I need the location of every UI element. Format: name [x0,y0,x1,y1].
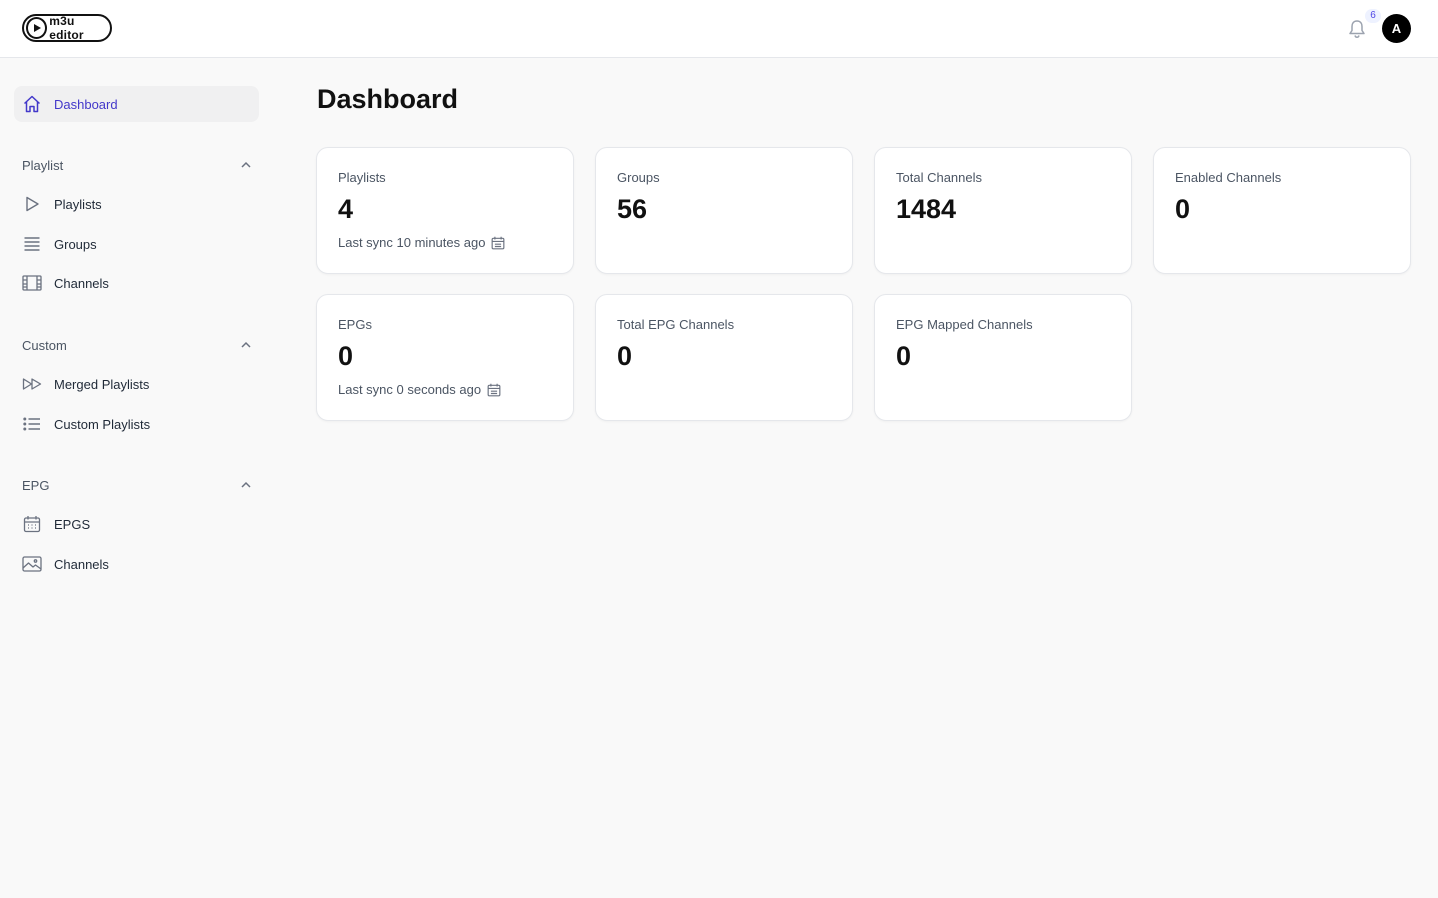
sidebar-group-label: EPG [22,477,50,493]
sidebar-item-playlists[interactable]: Playlists [14,186,259,222]
stat-value: 56 [617,194,648,224]
sidebar-item-label: Playlists [54,196,102,212]
stat-value: 0 [1175,194,1191,224]
stat-label: Total Channels [896,170,982,185]
calendar-icon [487,383,501,397]
sidebar-item-label: Channels [54,275,109,291]
sidebar-item-custom-playlists[interactable]: Custom Playlists [14,406,259,442]
sidebar-item-epgs[interactable]: EPGS [14,506,259,542]
forward-icon [22,374,42,394]
notifications-bell-icon[interactable] [1346,18,1368,40]
sidebar-item-label: Channels [54,556,109,572]
stat-card-epgs: EPGs 0 Last sync 0 seconds ago [316,294,574,421]
stat-description-text: Last sync 10 minutes ago [338,235,486,250]
sidebar-item-label: EPGS [54,516,91,532]
calendar-icon [491,236,505,250]
notification-count-badge: 6 [1365,9,1381,23]
play-circle-icon [26,17,48,39]
stat-value: 0 [617,341,633,371]
chevron-up-icon [240,479,252,491]
sidebar-item-label: Merged Playlists [54,376,150,392]
stat-card-epg-mapped-channels: EPG Mapped Channels 0 [874,294,1132,421]
sidebar-item-dashboard[interactable]: Dashboard [14,86,259,122]
sidebar-group-label: Custom [22,337,67,353]
stat-value: 0 [896,341,912,371]
sidebar-item-label: Custom Playlists [54,416,151,432]
stat-label: Groups [617,170,660,185]
stat-card-playlists: Playlists 4 Last sync 10 minutes ago [316,147,574,274]
stat-card-groups: Groups 56 [595,147,853,274]
stat-card-enabled-channels: Enabled Channels 0 [1153,147,1411,274]
stat-value: 0 [338,341,354,371]
app-logo[interactable]: m3u editor [22,14,112,42]
sidebar-group-label: Playlist [22,157,64,173]
stat-description: Last sync 0 seconds ago [338,382,501,397]
sidebar-item-merged-playlists[interactable]: Merged Playlists [14,366,259,402]
stat-label: EPGs [338,317,372,332]
stat-description: Last sync 10 minutes ago [338,235,505,250]
sidebar: Dashboard Playlist Playlists Groups Chan… [0,58,280,898]
stat-card-total-channels: Total Channels 1484 [874,147,1132,274]
stat-label: Playlists [338,170,386,185]
photo-icon [22,554,42,574]
sidebar-item-groups[interactable]: Groups [14,226,259,262]
chevron-up-icon [240,339,252,351]
stat-value: 4 [338,194,354,224]
sidebar-item-epg-channels[interactable]: Channels [14,546,259,582]
sidebar-group-playlist[interactable]: Playlist [22,155,252,175]
home-icon [22,94,42,114]
stat-label: Enabled Channels [1175,170,1282,185]
queue-list-icon [22,234,42,254]
stat-label: Total EPG Channels [617,317,735,332]
sidebar-item-label: Groups [54,236,97,252]
list-bullet-icon [22,414,42,434]
stat-description-text: Last sync 0 seconds ago [338,382,482,397]
film-icon [22,273,42,293]
sidebar-group-epg[interactable]: EPG [22,475,252,495]
stat-card-total-epg-channels: Total EPG Channels 0 [595,294,853,421]
user-avatar[interactable]: A [1382,14,1411,43]
page-title: Dashboard [317,84,459,114]
chevron-up-icon [240,159,252,171]
top-bar: m3u editor 6 A [0,0,1438,58]
logo-text: m3u editor [49,14,84,42]
sidebar-group-custom[interactable]: Custom [22,335,252,355]
stat-label: EPG Mapped Channels [896,317,1033,332]
calendar-icon [22,514,42,534]
play-icon [22,194,42,214]
stat-value: 1484 [896,194,957,224]
sidebar-item-label: Dashboard [54,96,118,112]
sidebar-item-channels[interactable]: Channels [14,265,259,301]
